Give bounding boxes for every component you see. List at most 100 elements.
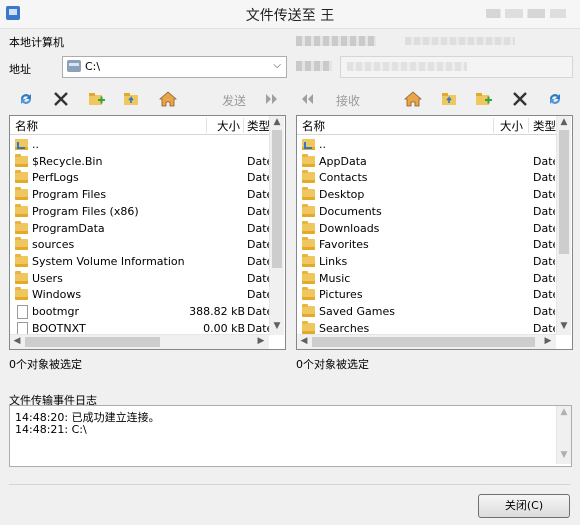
- remote-delete-button[interactable]: [510, 90, 530, 108]
- local-parent-folder-button[interactable]: [122, 90, 142, 108]
- col-name-header[interactable]: 名称: [15, 118, 38, 134]
- send-arrow-button[interactable]: [262, 90, 282, 108]
- remote-refresh-button[interactable]: [545, 90, 565, 108]
- scroll-right-arrow[interactable]: ▶: [541, 336, 555, 346]
- col-separator: [206, 118, 207, 133]
- col-type-header[interactable]: 类型: [533, 118, 556, 134]
- folder-icon: [15, 270, 28, 284]
- list-item[interactable]: PerfLogs Date: [10, 170, 269, 187]
- list-item[interactable]: System Volume Information Date: [10, 253, 269, 271]
- scroll-thumb[interactable]: [272, 130, 282, 268]
- scroll-right-arrow[interactable]: ▶: [254, 336, 268, 346]
- list-item[interactable]: Pictures Date: [297, 287, 556, 304]
- local-refresh-button[interactable]: [16, 90, 36, 108]
- remote-file-list[interactable]: 名称 大小 类型 ..AppDataDateContactsDateDeskto…: [296, 115, 573, 350]
- list-item[interactable]: ..: [10, 137, 269, 154]
- remote-new-folder-button[interactable]: [474, 90, 494, 108]
- local-vertical-scrollbar[interactable]: ▲ ▼: [269, 116, 284, 335]
- remote-parent-folder-button[interactable]: [440, 90, 460, 108]
- scroll-left-arrow[interactable]: ◀: [297, 336, 311, 346]
- receive-button[interactable]: 接收: [336, 92, 360, 109]
- item-type: Date: [247, 305, 269, 318]
- item-name: Music: [319, 271, 351, 285]
- list-item[interactable]: Desktop Date: [297, 187, 556, 204]
- list-item[interactable]: Music Date: [297, 270, 556, 288]
- item-name: $Recycle.Bin: [32, 154, 103, 168]
- scroll-thumb[interactable]: [312, 337, 535, 347]
- item-type: Date: [247, 254, 269, 268]
- list-item[interactable]: Saved Games Date: [297, 304, 556, 321]
- local-address-combobox[interactable]: C:\ ⌵: [62, 56, 287, 78]
- drive-icon: [67, 60, 81, 72]
- col-name-header[interactable]: 名称: [302, 118, 325, 134]
- remote-vertical-scrollbar[interactable]: ▲ ▼: [556, 116, 571, 335]
- item-name: Searches: [319, 321, 370, 335]
- window-controls[interactable]: [486, 9, 566, 18]
- local-delete-button[interactable]: [51, 90, 71, 108]
- list-item[interactable]: ProgramData Date: [10, 220, 269, 238]
- list-item[interactable]: Documents Date: [297, 203, 556, 221]
- scroll-down-arrow[interactable]: ▼: [557, 321, 571, 331]
- item-type: Date: [247, 221, 269, 235]
- send-button[interactable]: 发送: [222, 92, 246, 109]
- file-icon: [17, 321, 28, 335]
- local-file-list[interactable]: 名称 大小 类型 ..$Recycle.BinDatePerfLogsDateP…: [9, 115, 286, 350]
- list-item[interactable]: Contacts Date: [297, 170, 556, 187]
- item-name: Pictures: [319, 288, 363, 302]
- list-item[interactable]: ..: [297, 137, 556, 154]
- item-type: Date: [533, 321, 555, 335]
- log-vertical-scrollbar[interactable]: ▲ ▼: [556, 406, 571, 464]
- local-home-button[interactable]: [158, 90, 178, 108]
- item-name: BOOTNXT: [32, 321, 86, 335]
- local-address-label: 地址: [9, 63, 31, 76]
- scroll-up-arrow[interactable]: ▲: [557, 407, 571, 417]
- list-item[interactable]: Users Date: [10, 270, 269, 288]
- col-size-header[interactable]: 大小: [217, 118, 240, 134]
- item-name: Contacts: [319, 171, 368, 185]
- list-item[interactable]: Downloads Date: [297, 220, 556, 238]
- double-right-arrow-icon: [266, 94, 277, 104]
- list-item[interactable]: Searches Date: [297, 320, 556, 335]
- scroll-left-arrow[interactable]: ◀: [10, 336, 24, 346]
- list-item[interactable]: BOOTNXT 0.00 kBDate: [10, 321, 269, 335]
- scroll-down-arrow[interactable]: ▼: [557, 450, 571, 460]
- local-selection-status: 0个对象被选定: [9, 358, 82, 371]
- folder-icon: [302, 253, 315, 267]
- item-name: ..: [319, 138, 326, 151]
- scroll-down-arrow[interactable]: ▼: [270, 321, 284, 331]
- local-new-folder-button[interactable]: [87, 90, 107, 108]
- list-item[interactable]: Windows Date: [10, 287, 269, 304]
- event-log[interactable]: 14:48:20: 已成功建立连接。 14:48:21: C:\ ▲ ▼: [9, 405, 572, 467]
- close-button[interactable]: 关闭(C): [478, 494, 570, 518]
- local-horizontal-scrollbar[interactable]: ◀ ▶: [10, 334, 269, 349]
- item-name: ..: [32, 138, 39, 151]
- folder-icon: [302, 237, 315, 251]
- list-item[interactable]: AppData Date: [297, 153, 556, 171]
- remote-home-button[interactable]: [403, 90, 423, 108]
- item-type: Date: [533, 221, 555, 235]
- item-name: Windows: [32, 288, 82, 302]
- remote-address-field: [340, 56, 573, 78]
- list-item[interactable]: Links Date: [297, 253, 556, 271]
- scroll-up-arrow[interactable]: ▲: [270, 117, 284, 127]
- col-size-header[interactable]: 大小: [500, 118, 523, 134]
- receive-arrow-button[interactable]: [297, 90, 317, 108]
- list-item[interactable]: Program Files Date: [10, 187, 269, 204]
- local-list-header: 名称 大小 类型: [10, 116, 270, 135]
- remote-horizontal-scrollbar[interactable]: ◀ ▶: [297, 334, 556, 349]
- remote-address-value: [347, 62, 467, 71]
- chevron-down-icon[interactable]: ⌵: [273, 60, 281, 71]
- list-item[interactable]: sources Date: [10, 237, 269, 254]
- scroll-up-arrow[interactable]: ▲: [557, 117, 571, 127]
- list-item[interactable]: $Recycle.Bin Date: [10, 153, 269, 171]
- item-size: 388.82 kB: [189, 305, 245, 318]
- remote-heading-detail: [405, 37, 515, 45]
- scroll-thumb[interactable]: [25, 337, 160, 347]
- list-item[interactable]: Favorites Date: [297, 237, 556, 254]
- item-name: ProgramData: [32, 221, 105, 235]
- scroll-thumb[interactable]: [559, 130, 569, 254]
- list-item[interactable]: bootmgr 388.82 kBDate: [10, 304, 269, 321]
- list-item[interactable]: Program Files (x86) Date: [10, 203, 269, 221]
- folder-icon: [302, 187, 315, 201]
- col-type-header[interactable]: 类型: [247, 118, 270, 134]
